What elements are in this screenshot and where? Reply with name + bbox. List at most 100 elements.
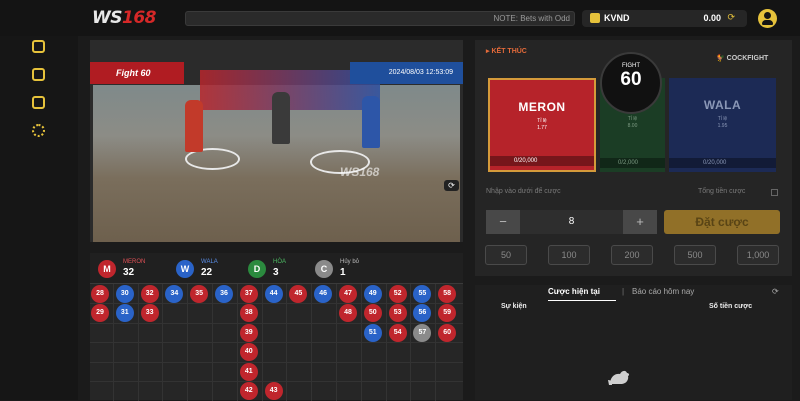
result-cell: 30 <box>115 285 134 303</box>
bet-total: 0/2,000 <box>600 158 665 168</box>
draw-chip: D <box>248 260 266 278</box>
result-cell: 34 <box>165 285 184 303</box>
stat-wala: W WALA 22 <box>176 259 246 279</box>
stat-draw: D HÒA 3 <box>248 259 308 279</box>
column-event: Sự kiện <box>501 303 527 310</box>
fight-datetime: 2024/08/03 12:53:09 <box>350 62 463 84</box>
rate-value: 1.95 <box>717 123 728 129</box>
result-cell: 54 <box>388 323 407 342</box>
grid-row-line <box>90 361 463 363</box>
stat-cancel: C Hủy bỏ 1 <box>315 259 385 279</box>
fight-status: ▸ KẾT THÚC <box>486 48 527 55</box>
result-cell: 39 <box>239 323 258 342</box>
side-name: MERON <box>518 100 566 114</box>
result-cell: 37 <box>239 285 258 303</box>
total-bet-checkbox[interactable] <box>771 189 778 196</box>
bet-amount-stepper: − 8 + <box>486 210 657 234</box>
result-cell: 32 <box>140 285 159 303</box>
handler-blue <box>362 96 380 148</box>
results-board: 28 29 30 31 32 33 34 35 36 37 38 39 40 41 42 43 44 45 46 47… <box>90 283 463 401</box>
stat-count: 32 <box>123 267 135 278</box>
chip-100-button[interactable]: 100 <box>548 245 590 265</box>
gear-icon[interactable] <box>32 124 45 137</box>
rate-label: Tỉ lệ <box>537 118 547 124</box>
refresh-bets-icon[interactable]: ⟳ <box>772 287 779 296</box>
result-cell: 40 <box>239 343 258 362</box>
logo-text: WS <box>92 8 123 28</box>
logo-number: 168 <box>122 8 157 28</box>
fight-number-badge: FIGHT 60 <box>600 52 662 114</box>
refresh-balance-icon[interactable]: ⟳ <box>727 12 735 23</box>
video-watermark: WS168 <box>340 165 380 179</box>
result-cell: 51 <box>363 323 382 342</box>
side-name: WALA <box>703 98 742 112</box>
rate-value: 8.00 <box>627 123 638 129</box>
chip-200-button[interactable]: 200 <box>611 245 653 265</box>
wala-chip: W <box>176 260 194 278</box>
stat-label: Hủy bỏ <box>340 259 360 265</box>
result-cell: 38 <box>239 304 258 323</box>
bet-total: 0/20,000 <box>669 158 776 168</box>
result-cell: 46 <box>314 285 333 303</box>
result-cell: 45 <box>289 285 308 303</box>
result-cell: 48 <box>339 304 357 323</box>
total-bet-label: Tổng tiền cược <box>698 188 746 195</box>
decrease-button[interactable]: − <box>486 210 520 234</box>
place-bet-button[interactable]: Đặt cược <box>664 210 780 234</box>
result-cell: 28 <box>91 285 109 303</box>
stat-label: MERON <box>123 259 146 265</box>
result-cell: 53 <box>388 304 407 323</box>
wala-bet-card[interactable]: WALA Tỉ lệ 1.95 0/20,000 <box>669 78 776 172</box>
list-icon[interactable] <box>32 96 45 109</box>
stat-count: 22 <box>201 267 213 278</box>
video-icon[interactable] <box>32 40 45 53</box>
stat-count: 3 <box>273 267 279 278</box>
bet-total: 0/20,000 <box>490 156 594 166</box>
tab-current-bets[interactable]: Cược hiện tại <box>548 287 600 296</box>
fight-status-text: KẾT THÚC <box>491 48 527 55</box>
chip-50-button[interactable]: 50 <box>485 245 527 265</box>
user-avatar-icon[interactable] <box>758 9 777 28</box>
balance-value: 0.00 <box>703 13 721 23</box>
handler-red <box>185 100 203 152</box>
result-stats: M MERON 32 W WALA 22 D HÒA 3 C Hủy bỏ 1 <box>90 253 463 283</box>
stat-meron: M MERON 32 <box>98 259 168 279</box>
cancel-chip: C <box>315 260 333 278</box>
result-cell: 47 <box>339 285 357 303</box>
result-cell: 58 <box>438 285 457 303</box>
column-bet-amount: Số tiền cược <box>709 303 753 310</box>
increase-button[interactable]: + <box>623 210 657 234</box>
tab-today-report[interactable]: Báo cáo hôm nay <box>632 287 694 296</box>
result-cell: 60 <box>438 323 457 342</box>
result-cell: 56 <box>413 304 432 323</box>
logo[interactable]: WS168 <box>92 8 176 28</box>
coin-icon <box>590 13 600 23</box>
stat-label: HÒA <box>273 259 287 265</box>
fight-label: Fight 60 <box>90 62 184 84</box>
bet-input-hint: Nhập vào dưới để cược <box>486 188 561 195</box>
chip-500-button[interactable]: 500 <box>674 245 716 265</box>
rate-label: Tỉ lệ <box>717 116 728 122</box>
rooster-icon <box>608 370 630 385</box>
wallet: KVND 0.00 ⟳ <box>582 10 747 27</box>
sidebar <box>0 36 78 400</box>
result-cell: 33 <box>140 304 159 323</box>
meron-chip: M <box>98 260 116 278</box>
result-cell: 55 <box>413 285 432 303</box>
bet-amount-input[interactable]: 8 <box>520 210 623 234</box>
result-cell: 42 <box>239 382 258 400</box>
document-stack-icon[interactable] <box>32 68 45 81</box>
result-cell: 50 <box>363 304 382 323</box>
grid-row-line <box>90 342 463 344</box>
result-cell: 43 <box>264 382 283 400</box>
video-refresh-icon[interactable]: ⟳ <box>444 180 459 191</box>
result-cell: 29 <box>91 304 109 323</box>
meron-bet-card[interactable]: MERON Tỉ lệ 1.77 0/20,000 <box>488 78 596 172</box>
result-cell: 31 <box>115 304 134 323</box>
chip-1000-button[interactable]: 1,000 <box>737 245 779 265</box>
tab-separator: | <box>622 287 625 296</box>
brand-label: 🐓 COCKFIGHT <box>716 55 769 62</box>
result-cell: 49 <box>363 285 382 303</box>
stat-label: WALA <box>201 259 218 265</box>
stat-count: 1 <box>340 267 346 278</box>
